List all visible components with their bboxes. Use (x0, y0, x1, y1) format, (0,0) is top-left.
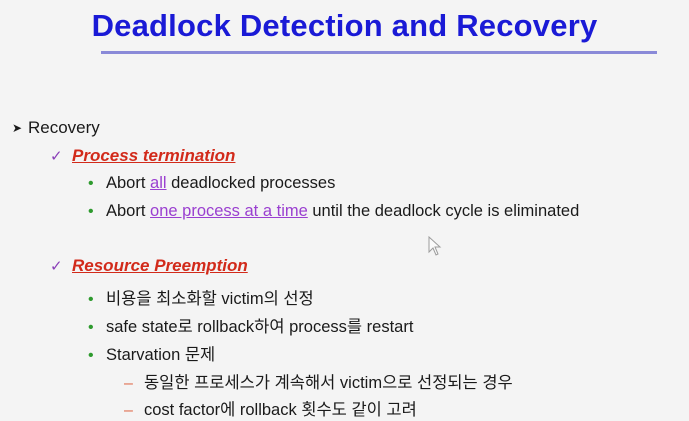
section-process-termination: ✓ Process termination (50, 146, 235, 166)
list-item: • safe state로 rollback하여 process를 restart (88, 313, 413, 337)
item-highlight: one process at a time (150, 202, 308, 220)
subitem-text: 동일한 프로세스가 계속해서 victim으로 선정되는 경우 (144, 374, 513, 392)
item-text-post: until the deadlock cycle is eliminated (307, 202, 580, 220)
section-heading: Resource Preemption (72, 256, 248, 275)
dot-bullet-icon: • (88, 319, 94, 336)
arrow-bullet-icon: ➤ (12, 121, 23, 135)
item-text-pre: Abort (106, 174, 151, 192)
subitem-text: cost factor에 rollback 횟수도 같이 고려 (144, 401, 417, 419)
list-item: • Abort all deadlocked processes (88, 174, 335, 193)
title-underline (101, 51, 657, 54)
item-text: Starvation 문제 (106, 346, 216, 364)
item-text: safe state로 rollback하여 process를 restart (106, 318, 414, 336)
item-text-post: deadlocked processes (166, 174, 336, 192)
checkmark-icon: ✓ (50, 258, 63, 275)
sub-list-item: – cost factor에 rollback 횟수도 같이 고려 (124, 396, 417, 420)
recovery-item: ➤ Recovery (12, 118, 100, 138)
dash-bullet-icon: – (124, 375, 133, 392)
slide: Deadlock Detection and Recovery ➤ Recover… (0, 0, 689, 421)
list-item: • Abort one process at a time until the d… (88, 202, 579, 221)
dot-bullet-icon: • (88, 291, 94, 308)
dot-bullet-icon: • (88, 347, 94, 364)
section-heading: Process termination (72, 146, 236, 165)
item-text: 비용을 최소화할 victim의 선정 (106, 290, 314, 308)
list-item: • 비용을 최소화할 victim의 선정 (88, 285, 314, 309)
recovery-label: Recovery (28, 118, 100, 137)
list-item: • Starvation 문제 (88, 341, 215, 365)
checkmark-icon: ✓ (50, 148, 63, 165)
dash-bullet-icon: – (124, 402, 133, 419)
dot-bullet-icon: • (88, 175, 94, 192)
mouse-cursor-icon (428, 236, 442, 256)
section-resource-preemption: ✓ Resource Preemption (50, 256, 248, 276)
dot-bullet-icon: • (88, 203, 94, 220)
slide-title: Deadlock Detection and Recovery (91, 8, 598, 43)
item-highlight: all (150, 174, 167, 192)
item-text-pre: Abort (106, 202, 151, 220)
sub-list-item: – 동일한 프로세스가 계속해서 victim으로 선정되는 경우 (124, 369, 513, 393)
